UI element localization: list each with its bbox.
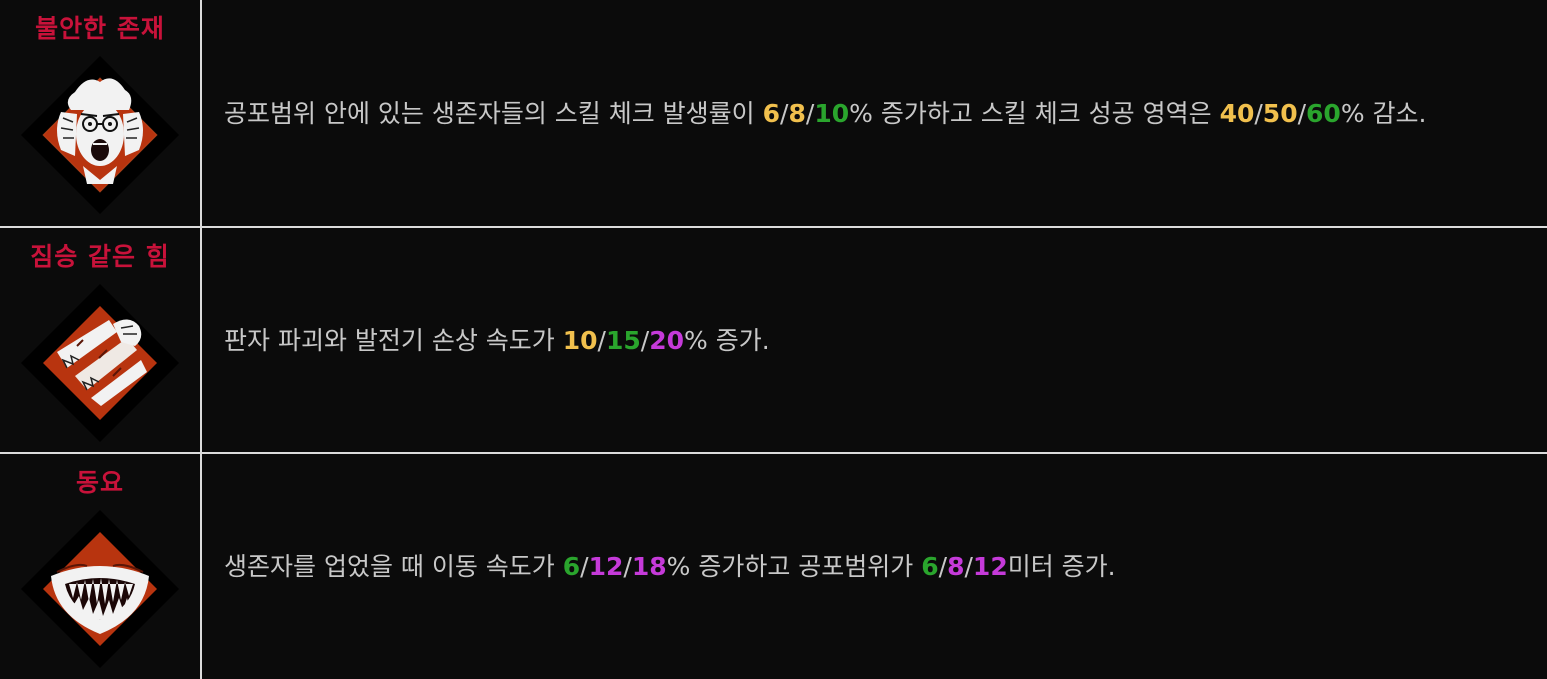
perk-table: 불안한 존재 공포범위 안에 있는 생존자들의 스킬 체크 발생률이 6/8/1… [0,0,1547,679]
description-text: 판자 파괴와 발전기 손상 속도가 [224,325,563,355]
tier-value: 40 [1219,98,1255,128]
perk-name: 불안한 존재 [35,14,165,43]
perk-row: 짐승 같은 힘 판자 파괴와 발전기 손상 속도가 10/15/20% 증가. [0,226,1547,452]
value-separator: / [964,552,973,581]
value-separator: / [640,325,650,355]
tier-value: 10 [814,98,850,128]
perk-description-cell: 판자 파괴와 발전기 손상 속도가 10/15/20% 증가. [202,228,1547,452]
description-text: 생존자를 업었을 때 이동 속도가 [224,552,563,581]
value-separator: / [623,552,632,581]
value-separator: / [580,552,589,581]
tier-value: 50 [1262,98,1298,128]
tier-value: 8 [947,552,965,581]
perk-row: 불안한 존재 공포범위 안에 있는 생존자들의 스킬 체크 발생률이 6/8/1… [0,0,1547,226]
perk-name-cell: 짐승 같은 힘 [0,228,202,452]
fanged-mouth-icon [21,510,179,668]
tier-value: 6 [762,98,781,128]
perk-description-cell: 공포범위 안에 있는 생존자들의 스킬 체크 발생률이 6 / 8 / 10% 증가하고… [202,0,1547,226]
perk-description: 생존자를 업었을 때 이동 속도가 6/12/18% 증가하고 공포범위가 6/… [224,548,1116,585]
value-separator: / [1254,98,1263,128]
tier-value: 18 [631,552,667,581]
description-text: 미터 증가. [1007,552,1116,581]
perk-name: 동요 [75,468,124,497]
description-text: % 증가하고 스킬 체크 성공 영역은 [849,98,1220,128]
tier-value: 20 [649,325,685,355]
description-text: % 증가. [684,325,770,355]
value-separator: / [938,552,948,581]
screaming-face-icon [21,56,179,214]
smashed-wood-icon [21,284,179,442]
tier-value: 6 [921,552,939,581]
tier-value: 15 [605,325,641,355]
tier-value: 12 [972,552,1008,581]
perk-name: 짐승 같은 힘 [30,242,170,271]
tier-value: 10 [562,325,598,355]
perk-name-cell: 동요 [0,454,202,679]
perk-row: 동요 생존자를 업었을 때 이동 속도가 6/12/18% 증가하고 공포범위가… [0,452,1547,679]
perk-name-cell: 불안한 존재 [0,0,202,226]
perk-description: 공포범위 안에 있는 생존자들의 스킬 체크 발생률이 6 / 8 / 10% 증가하고… [224,95,1426,132]
value-separator: / [597,325,606,355]
description-text: 공포범위 안에 있는 생존자들의 스킬 체크 발생률이 [224,98,763,128]
description-text: % 증가하고 공포범위가 [666,552,922,581]
tier-value: 6 [562,552,581,581]
tier-value: 12 [588,552,624,581]
tier-value: 8 [788,98,806,128]
perk-description: 판자 파괴와 발전기 손상 속도가 10/15/20% 증가. [224,322,770,359]
value-separator: / [1297,98,1307,128]
perk-description-cell: 생존자를 업었을 때 이동 속도가 6/12/18% 증가하고 공포범위가 6/… [202,454,1547,679]
tier-value: 60 [1306,98,1341,128]
description-text: % 감소. [1340,98,1427,128]
